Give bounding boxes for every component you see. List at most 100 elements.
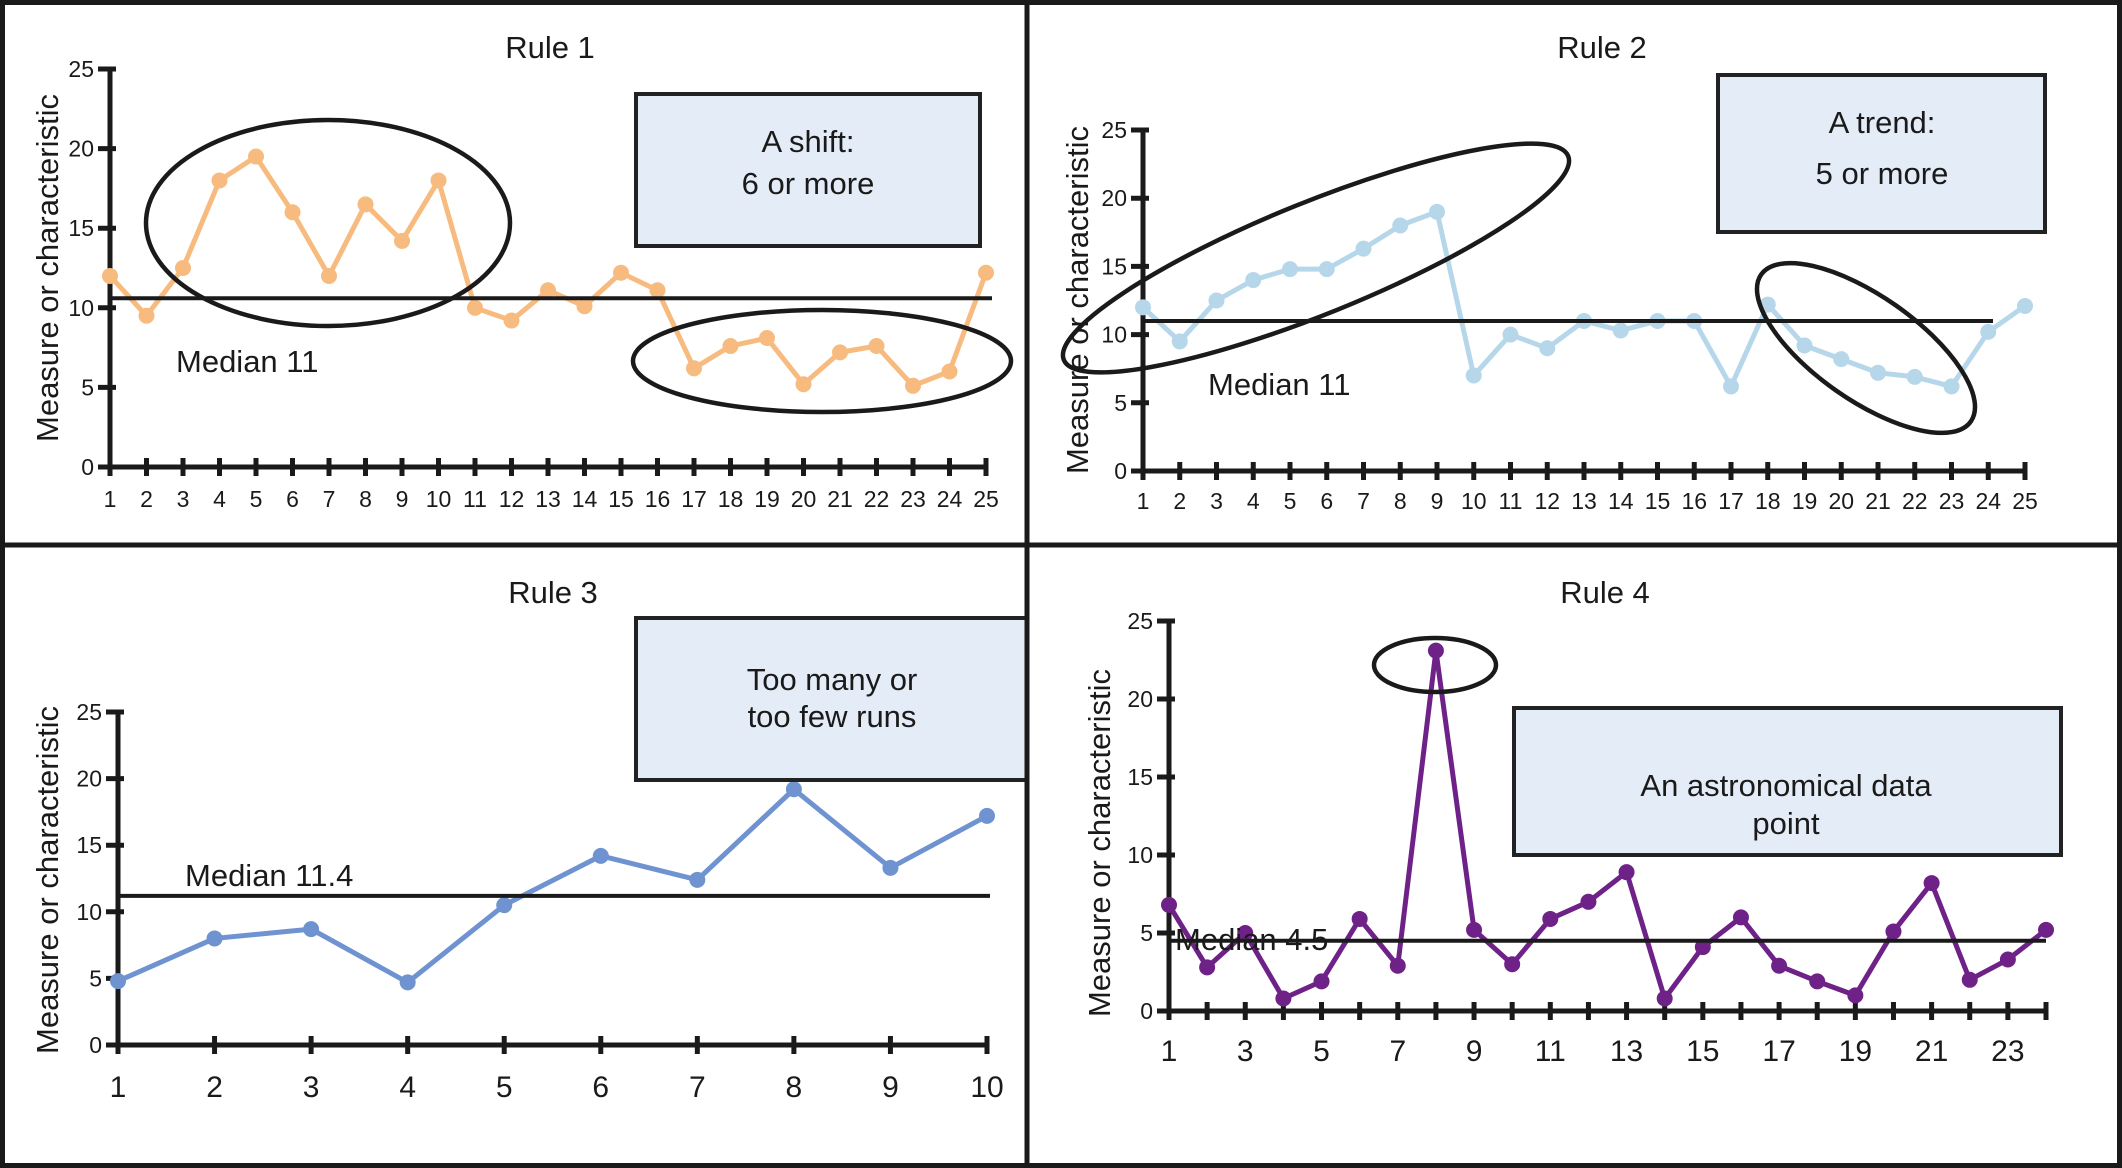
x-tick-label: 22 (864, 486, 890, 512)
data-point (686, 360, 702, 377)
callout-text: 5 or more (1816, 156, 1949, 191)
data-point (1245, 272, 1262, 289)
data-point (1885, 923, 1902, 940)
x-tick-label: 17 (1762, 1035, 1795, 1068)
x-tick-label: 24 (937, 486, 963, 512)
data-point (1732, 909, 1749, 926)
x-tick-label: 3 (177, 486, 190, 512)
data-point (1427, 642, 1444, 659)
x-tick-label: 16 (645, 486, 671, 512)
data-point (1466, 921, 1483, 938)
x-tick-label: 19 (754, 486, 780, 512)
callout-text: A shift: (761, 124, 854, 159)
data-point (1135, 299, 1151, 316)
data-point (503, 312, 520, 329)
data-point (1943, 378, 1960, 395)
y-tick-label: 15 (68, 215, 94, 241)
data-point (1833, 351, 1850, 368)
median-label: Median 11 (1208, 367, 1350, 402)
data-point (613, 264, 629, 281)
x-tick-label: 9 (882, 1071, 899, 1104)
data-point (1502, 326, 1519, 343)
y-tick-label: 10 (1101, 322, 1127, 348)
x-tick-label: 21 (1915, 1035, 1948, 1068)
data-point (1906, 368, 1923, 385)
data-point (1318, 261, 1335, 278)
x-tick-label: 13 (1610, 1035, 1643, 1068)
x-tick-label: 19 (1792, 488, 1818, 514)
data-point (303, 921, 320, 938)
y-tick-label: 10 (68, 295, 94, 321)
data-point (978, 264, 994, 281)
y-tick-label: 10 (1127, 842, 1153, 868)
data-point (110, 973, 126, 990)
x-tick-label: 6 (592, 1071, 609, 1104)
callout-box (1716, 73, 2047, 234)
data-point (941, 363, 958, 380)
x-tick-label: 18 (1755, 488, 1781, 514)
data-point (399, 974, 416, 991)
callout-text: An astronomical data (1640, 768, 1932, 803)
data-point (138, 307, 155, 324)
x-tick-label: 16 (1681, 488, 1707, 514)
y-axis-label: Measure or characteristic (30, 706, 65, 1054)
run-chart-rules-figure: Rule 1Measure or characteristic051015202… (0, 0, 2122, 1168)
x-tick-label: 23 (1939, 488, 1965, 514)
x-tick-label: 1 (104, 486, 117, 512)
y-tick-label: 5 (1140, 920, 1153, 946)
callout-text: too few runs (748, 699, 917, 734)
x-tick-label: 7 (1357, 488, 1370, 514)
x-tick-label: 5 (1313, 1035, 1330, 1068)
y-tick-label: 10 (76, 899, 102, 925)
x-tick-label: 14 (1608, 488, 1634, 514)
data-point (576, 298, 593, 315)
data-point (759, 330, 775, 347)
x-tick-label: 2 (206, 1071, 223, 1104)
x-tick-label: 5 (496, 1071, 513, 1104)
data-point (1961, 971, 1978, 988)
data-point (357, 196, 374, 213)
x-tick-label: 6 (286, 486, 299, 512)
x-tick-label: 3 (1210, 488, 1223, 514)
x-tick-label: 24 (1975, 488, 2001, 514)
data-point (785, 781, 802, 798)
y-tick-label: 25 (76, 699, 102, 725)
data-point (1999, 951, 2016, 968)
x-tick-label: 2 (140, 486, 153, 512)
x-tick-label: 13 (1571, 488, 1597, 514)
data-point (1392, 217, 1409, 234)
x-tick-label: 25 (2012, 488, 2038, 514)
x-tick-label: 13 (535, 486, 561, 512)
x-tick-label: 10 (1461, 488, 1487, 514)
x-tick-label: 12 (1534, 488, 1560, 514)
data-point (175, 260, 191, 276)
x-tick-label: 7 (689, 1071, 706, 1104)
y-tick-label: 15 (76, 832, 102, 858)
data-point (2038, 921, 2054, 938)
data-point (1980, 323, 1997, 340)
data-point (1539, 340, 1556, 357)
x-tick-label: 21 (827, 486, 853, 512)
data-point (1796, 337, 1813, 354)
data-point (496, 897, 513, 914)
median-label: Median 4.5 (1175, 922, 1328, 957)
y-tick-label: 15 (1101, 253, 1127, 279)
data-point (1656, 990, 1673, 1007)
y-tick-label: 0 (81, 454, 94, 480)
callout-text: A trend: (1829, 105, 1936, 140)
data-point (1847, 987, 1864, 1004)
x-tick-label: 1 (110, 1071, 127, 1104)
y-tick-label: 5 (81, 374, 94, 400)
data-point (1351, 910, 1368, 927)
data-point (211, 172, 228, 189)
data-point (284, 204, 301, 221)
x-tick-label: 7 (323, 486, 336, 512)
data-point (102, 267, 118, 284)
x-tick-label: 23 (900, 486, 926, 512)
data-point (905, 377, 921, 394)
x-tick-label: 19 (1839, 1035, 1872, 1068)
data-point (795, 376, 812, 393)
y-tick-label: 5 (1114, 390, 1127, 416)
x-tick-label: 20 (791, 486, 817, 512)
x-tick-label: 11 (1499, 488, 1523, 514)
